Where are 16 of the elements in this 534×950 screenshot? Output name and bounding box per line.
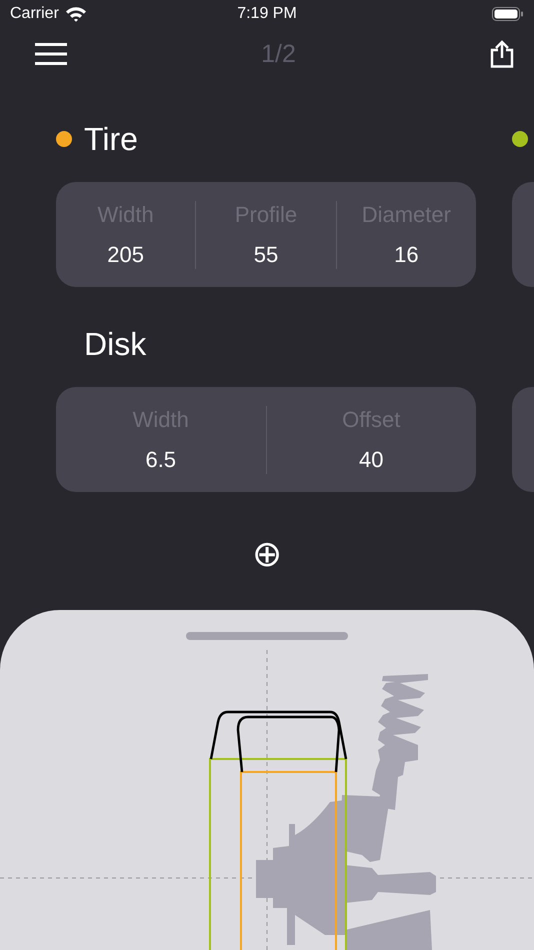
field-value: 6.5	[145, 446, 176, 472]
section-title: Disk	[84, 326, 146, 362]
field-value: 16	[394, 242, 419, 268]
status-time: 7:19 PM	[237, 5, 297, 23]
carrier-name: Carrier	[10, 5, 59, 23]
battery-icon	[492, 6, 524, 22]
field-value: 40	[359, 446, 384, 472]
add-button[interactable]: ⊕	[252, 536, 282, 572]
share-icon[interactable]	[490, 40, 514, 68]
sheet-handle[interactable]	[186, 632, 348, 640]
field-value: 205	[107, 242, 144, 268]
menu-icon[interactable]	[35, 43, 67, 65]
field-value: 55	[254, 242, 278, 268]
section-title: Tire	[84, 120, 138, 158]
page-indicator: 1/2	[261, 40, 296, 68]
wifi-icon	[64, 6, 87, 22]
